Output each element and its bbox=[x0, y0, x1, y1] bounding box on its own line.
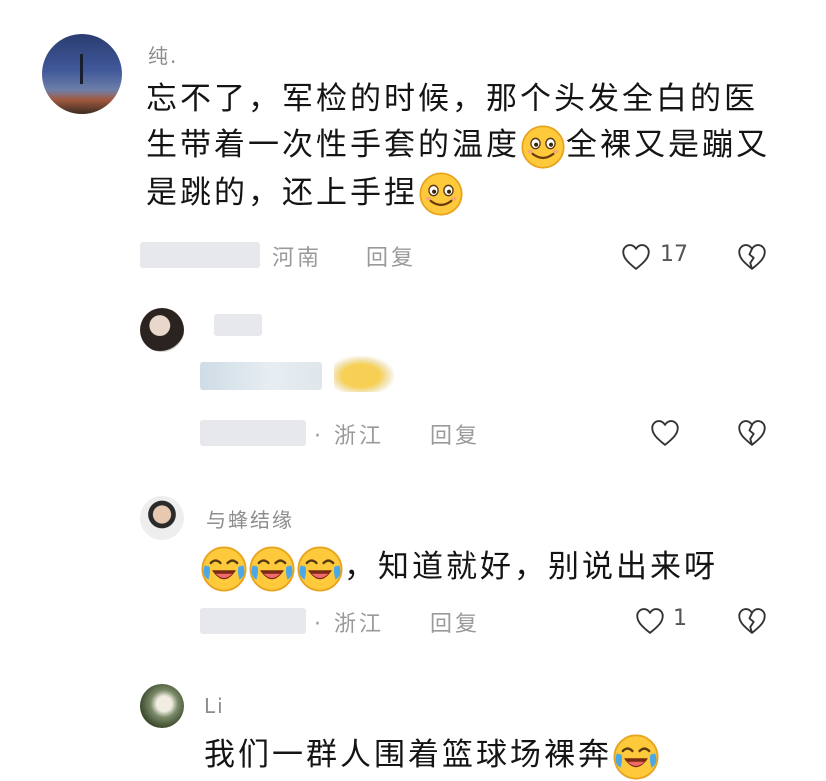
reply-item: · 浙江 回复 bbox=[0, 290, 826, 480]
heart-outline-icon[interactable] bbox=[633, 604, 667, 638]
blurred-timestamp bbox=[200, 420, 306, 446]
comment-text: 忘不了，军检的时候，那个头发全白的医 生带着一次性手套的温度 全裸又是蹦又 是跳的… bbox=[146, 76, 806, 217]
comment-text-segment: 生带着一次性手套的温度 bbox=[146, 127, 520, 163]
reply-item: 与蜂结缘 ，知道就好，别说出来呀 · 浙江 回复 1 bbox=[0, 480, 826, 670]
comment-text-segment: 全裸又是蹦又 bbox=[566, 127, 770, 163]
comment-text-segment: 是跳的，还上手捏 bbox=[146, 174, 418, 211]
avatar[interactable] bbox=[42, 34, 122, 114]
avatar[interactable] bbox=[140, 308, 184, 352]
broken-heart-icon[interactable] bbox=[735, 604, 769, 638]
blurred-emoji bbox=[334, 356, 394, 392]
blurred-comment-text bbox=[200, 362, 322, 390]
blurred-username bbox=[214, 314, 262, 336]
like-count: 1 bbox=[673, 606, 687, 631]
laughing-crying-emoji bbox=[612, 733, 660, 781]
laughing-crying-emoji bbox=[200, 545, 248, 593]
reply-button[interactable]: 回复 bbox=[366, 240, 416, 272]
comment-text-line: 忘不了，军检的时候，那个头发全白的医 bbox=[146, 81, 758, 117]
heart-outline-icon[interactable] bbox=[619, 240, 653, 274]
heart-outline-icon[interactable] bbox=[648, 416, 682, 450]
laughing-crying-emoji bbox=[296, 545, 344, 593]
reply-button[interactable]: 回复 bbox=[430, 418, 480, 450]
blurred-timestamp bbox=[200, 608, 306, 634]
comment-text-segment: 我们一群人围着篮球场裸奔 bbox=[204, 737, 612, 773]
smiling-face-emoji bbox=[520, 124, 566, 170]
avatar[interactable] bbox=[140, 496, 184, 540]
broken-heart-icon[interactable] bbox=[735, 240, 769, 274]
avatar[interactable] bbox=[140, 684, 184, 728]
username[interactable]: 与蜂结缘 bbox=[206, 504, 294, 533]
smiling-face-emoji bbox=[418, 171, 464, 217]
reply-button[interactable]: 回复 bbox=[430, 606, 480, 638]
comment-text-line: 生带着一次性手套的温度 全裸又是蹦又 bbox=[146, 122, 806, 170]
laughing-crying-emoji bbox=[248, 545, 296, 593]
reply-item: Li 我们一群人围着篮球场裸奔 bbox=[0, 670, 826, 776]
comment-text-segment: ，知道就好，别说出来呀 bbox=[344, 549, 718, 585]
location: · 浙江 bbox=[314, 424, 384, 449]
location: · 浙江 bbox=[314, 612, 384, 637]
location: 河南 bbox=[272, 246, 323, 271]
comment-text: ，知道就好，别说出来呀 bbox=[200, 544, 800, 593]
comment-item: 纯. 忘不了，军检的时候，那个头发全白的医 生带着一次性手套的温度 全裸又是蹦又 … bbox=[0, 0, 826, 290]
blurred-timestamp bbox=[140, 242, 260, 268]
comment-text: 我们一群人围着篮球场裸奔 bbox=[204, 732, 804, 781]
comment-text-line: 是跳的，还上手捏 bbox=[146, 170, 806, 218]
username[interactable]: Li bbox=[204, 694, 225, 718]
like-count: 17 bbox=[660, 242, 688, 267]
broken-heart-icon[interactable] bbox=[735, 416, 769, 450]
username[interactable]: 纯. bbox=[148, 40, 178, 69]
